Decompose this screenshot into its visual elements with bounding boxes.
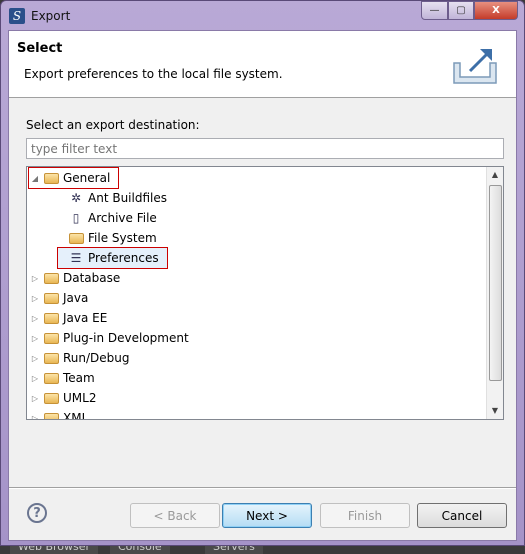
tree-item-xml[interactable]: ▷ XML [29, 408, 96, 420]
preferences-icon: ☰ [70, 251, 82, 265]
help-icon[interactable]: ? [27, 503, 47, 523]
expand-arrow-icon[interactable]: ▷ [29, 374, 41, 383]
destination-tree[interactable]: ▲ ▼ ◢ General ✲ Ant Buildfiles ▯ Archive File… [26, 166, 504, 420]
title-bar: S Export [9, 6, 70, 26]
folder-icon [43, 391, 59, 405]
folder-icon [43, 411, 59, 419]
folder-icon [68, 231, 84, 245]
folder-open-icon [43, 171, 59, 185]
back-button[interactable]: < Back [130, 503, 220, 528]
app-icon: S [9, 8, 25, 24]
folder-icon [43, 331, 59, 345]
tree-item-database[interactable]: ▷ Database [29, 268, 128, 288]
tree-scrollbar[interactable]: ▲ ▼ [486, 167, 503, 419]
tree-item-ant-buildfiles[interactable]: ✲ Ant Buildfiles [58, 188, 175, 208]
wizard-header: Select Export preferences to the local f… [9, 31, 516, 98]
tree-item-label: Java [63, 291, 89, 305]
close-button[interactable]: X [474, 1, 518, 20]
maximize-button[interactable]: ▢ [448, 1, 474, 20]
scrollbar-thumb[interactable] [489, 185, 502, 381]
folder-icon [43, 311, 59, 325]
tree-item-label: Database [63, 271, 121, 285]
tree-item-label: General [63, 171, 111, 185]
tree-item-plug-in-development[interactable]: ▷ Plug-in Development [29, 328, 197, 348]
tree-item-label: File System [88, 231, 157, 245]
window-title: Export [31, 9, 71, 23]
filter-input[interactable] [26, 138, 504, 159]
tree-item-label: UML2 [63, 391, 97, 405]
folder-icon [43, 371, 59, 385]
expand-arrow-icon[interactable]: ▷ [29, 394, 41, 403]
expand-arrow-icon[interactable]: ▷ [29, 334, 41, 343]
tree-item-label: Preferences [88, 251, 159, 265]
ant-icon: ✲ [70, 191, 82, 205]
tree-item-label: Team [63, 371, 95, 385]
page-title: Select [17, 41, 63, 56]
tree-item-label: Java EE [63, 311, 108, 325]
expand-arrow-icon[interactable]: ▷ [29, 294, 41, 303]
folder-icon [43, 351, 59, 365]
tree-item-label: Archive File [88, 211, 157, 225]
expand-arrow-icon[interactable]: ▷ [29, 274, 41, 283]
button-bar-divider [9, 487, 516, 489]
scroll-up-icon[interactable]: ▲ [487, 167, 503, 183]
tree-item-general[interactable]: ◢ General [27, 167, 120, 189]
tree-item-label: Plug-in Development [63, 331, 189, 345]
expand-arrow-icon[interactable]: ▷ [29, 314, 41, 323]
tree-item-label: XML [63, 411, 89, 420]
tree-item-java-ee[interactable]: ▷ Java EE [29, 308, 115, 328]
cancel-button[interactable]: Cancel [417, 503, 507, 528]
tree-item-java[interactable]: ▷ Java [29, 288, 96, 308]
tree-item-label: Ant Buildfiles [88, 191, 167, 205]
expand-arrow-icon[interactable]: ▷ [29, 414, 41, 420]
tree-item-file-system[interactable]: File System [58, 228, 165, 248]
minimize-button[interactable]: — [421, 1, 448, 20]
tree-item-label: Run/Debug [63, 351, 130, 365]
tree-item-team[interactable]: ▷ Team [29, 368, 103, 388]
expand-arrow-icon[interactable]: ▷ [29, 354, 41, 363]
export-icon [453, 49, 497, 84]
collapse-arrow-icon[interactable]: ◢ [29, 174, 41, 183]
scroll-down-icon[interactable]: ▼ [487, 403, 503, 419]
next-button[interactable]: Next > [222, 503, 312, 528]
tree-item-archive-file[interactable]: ▯ Archive File [58, 208, 165, 228]
destination-label: Select an export destination: [26, 118, 200, 132]
tree-item-uml2[interactable]: ▷ UML2 [29, 388, 104, 408]
page-description: Export preferences to the local file sys… [24, 67, 283, 81]
archive-icon: ▯ [72, 211, 80, 225]
folder-icon [43, 291, 59, 305]
tree-item-run-debug[interactable]: ▷ Run/Debug [29, 348, 138, 368]
finish-button[interactable]: Finish [320, 503, 410, 528]
folder-icon [43, 271, 59, 285]
tree-item-preferences[interactable]: ☰ Preferences [57, 247, 168, 269]
export-dialog: S Export — ▢ X Select Export preferences… [0, 0, 525, 546]
